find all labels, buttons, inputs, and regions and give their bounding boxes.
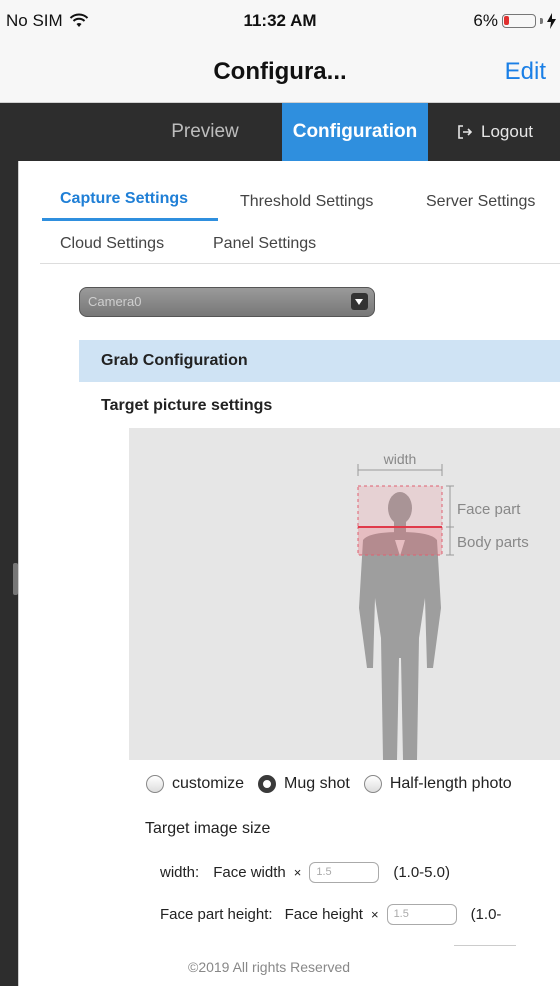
tabs-divider	[40, 263, 560, 264]
status-right: 6%	[473, 11, 556, 31]
width-label-text: width:	[160, 864, 200, 881]
active-tab-indicator	[42, 218, 218, 221]
page-title: Configura...	[213, 58, 347, 85]
width-range: (1.0-5.0)	[393, 864, 451, 881]
logout-button[interactable]: Logout	[440, 103, 550, 161]
shot-type-radio-group: customize Mug shot Half-length photo	[146, 772, 526, 796]
tab-capture-settings[interactable]: Capture Settings	[60, 190, 188, 208]
tab-cloud-settings[interactable]: Cloud Settings	[60, 235, 164, 253]
tab-server-settings[interactable]: Server Settings	[426, 193, 535, 211]
width-row: width: Face width × 1.5 (1.0-5.0)	[160, 862, 450, 883]
target-picture-title: Target picture settings	[101, 397, 273, 414]
radio-label-half-length: Half-length photo	[389, 775, 512, 792]
camera-select-value: Camera0	[88, 294, 142, 309]
app-frame: No SIM 11:32 AM 6% Configura... Edit Pre…	[0, 0, 560, 986]
radio-label-mug-shot: Mug shot	[284, 775, 350, 792]
menu-configuration[interactable]: Configuration	[282, 103, 428, 161]
battery-percent: 6%	[473, 11, 498, 30]
logout-label: Logout	[481, 122, 533, 141]
tab-threshold-settings[interactable]: Threshold Settings	[240, 193, 373, 211]
menu-preview[interactable]: Preview	[150, 103, 260, 161]
battery-fill	[504, 16, 509, 25]
chevron-down-icon	[351, 293, 368, 310]
radio-mug-shot[interactable]	[258, 775, 277, 793]
status-bar: No SIM 11:32 AM 6%	[0, 0, 560, 44]
face-width-input[interactable]: 1.5	[309, 862, 380, 883]
section-header: Grab Configuration	[79, 340, 560, 382]
section-title: Grab Configuration	[101, 352, 248, 369]
face-width-label: Face width	[213, 864, 286, 881]
logout-icon	[458, 125, 473, 139]
tab-panel-settings[interactable]: Panel Settings	[213, 235, 316, 253]
face-height-label: Face height	[284, 906, 363, 923]
multiply-icon: ×	[293, 865, 302, 880]
width-label: width	[383, 451, 417, 467]
footer-divider	[454, 945, 516, 946]
body-parts-label: Body parts	[457, 534, 529, 551]
top-menu: Preview Configuration Logout	[0, 103, 560, 161]
radio-customize[interactable]	[146, 775, 164, 793]
radio-half-length[interactable]	[363, 775, 382, 793]
target-preview-diagram: width Face part Body parts	[129, 428, 560, 760]
radio-label-customize: customize	[172, 775, 245, 792]
face-region	[357, 485, 443, 528]
face-part-height-label: Face part height:	[160, 906, 273, 923]
body-region	[357, 526, 443, 556]
edit-button[interactable]: Edit	[505, 58, 546, 86]
face-height-range: (1.0-	[470, 906, 502, 923]
face-part-label: Face part	[457, 501, 521, 518]
multiply-icon-2: ×	[370, 907, 379, 922]
charging-bolt-icon	[547, 13, 556, 29]
camera-select[interactable]: Camera0	[79, 287, 375, 317]
battery-tip	[540, 18, 543, 24]
target-size-title: Target image size	[145, 820, 271, 837]
navigation-bar: Configura... Edit	[0, 44, 560, 103]
face-height-input[interactable]: 1.5	[386, 904, 457, 925]
person-diagram: width Face part Body parts	[357, 451, 529, 760]
face-height-row: Face part height: Face height × 1.5 (1.0…	[160, 904, 501, 925]
footer-copyright: ©2019 All rights Reserved	[188, 959, 351, 975]
battery-icon	[502, 14, 536, 28]
